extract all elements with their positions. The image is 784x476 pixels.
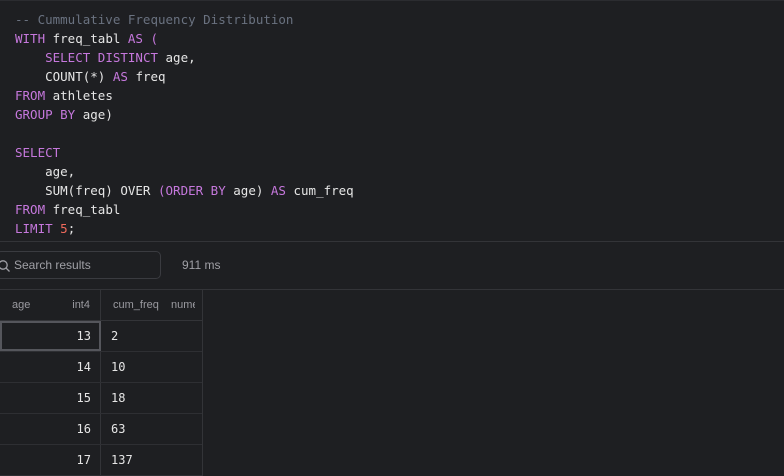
cell-cum-freq[interactable]: 63	[101, 414, 201, 444]
sql-editor[interactable]: -- Cummulative Frequency Distribution WIT…	[0, 0, 784, 242]
code-line: COUNT(*) AS freq	[15, 67, 354, 86]
code-line: SELECT	[15, 143, 354, 162]
cell-age[interactable]: 14	[0, 352, 101, 382]
code-token: (	[142, 31, 159, 46]
search-box[interactable]	[0, 251, 161, 279]
code-token: AS	[270, 183, 286, 198]
code-token: SELECT	[15, 145, 61, 160]
code-token: COUNT(	[45, 69, 91, 84]
code-line: SUM(freq) OVER (ORDER BY age) AS cum_fre…	[15, 181, 354, 200]
column-header-cum-freq[interactable]: cum_freq numeric	[101, 290, 201, 320]
grid-header: age int4 cum_freq numeric	[0, 290, 202, 321]
code-area[interactable]: -- Cummulative Frequency Distribution WIT…	[15, 10, 354, 238]
code-line: LIMIT 5;	[15, 219, 354, 238]
code-token: SUM(freq) OVER	[15, 183, 158, 198]
table-row[interactable]: 16 63	[0, 414, 202, 445]
cell-cum-freq[interactable]: 137	[101, 445, 201, 475]
code-token: )	[97, 69, 113, 84]
column-name: age	[12, 299, 31, 311]
code-token: ;	[67, 221, 76, 236]
code-token: athletes	[45, 88, 113, 103]
table-row[interactable]: 17 137	[0, 445, 202, 476]
results-toolbar: 911 ms	[0, 242, 784, 290]
query-timing: 911 ms	[182, 258, 221, 272]
cell-age[interactable]: 15	[0, 383, 101, 413]
column-header-age[interactable]: age int4	[0, 290, 101, 320]
search-input[interactable]	[14, 255, 154, 275]
cell-age[interactable]: 16	[0, 414, 101, 444]
code-token: 5	[60, 221, 68, 236]
table-row[interactable]: 15 18	[0, 383, 202, 414]
search-icon	[0, 259, 11, 273]
column-type: numeric	[171, 299, 195, 311]
grid-body: 13 2 14 10 15 18 16 63 17 137	[0, 321, 202, 476]
code-token: ORDER BY	[165, 183, 226, 198]
code-token: freq	[127, 69, 166, 84]
code-token: age)	[75, 107, 113, 122]
code-token: FROM	[15, 202, 46, 217]
code-token: (	[158, 183, 166, 198]
code-line: FROM athletes	[15, 86, 354, 105]
code-token: age)	[225, 183, 271, 198]
code-token: SELECT DISTINCT	[45, 50, 158, 65]
cell-cum-freq[interactable]: 2	[101, 321, 201, 351]
code-token: age,	[158, 50, 196, 65]
code-line: age,	[15, 162, 354, 181]
cell-age[interactable]: 13	[0, 321, 101, 351]
code-token: FROM	[15, 88, 46, 103]
code-token: LIMIT	[15, 221, 53, 236]
code-line: FROM freq_tabl	[15, 200, 354, 219]
column-type: int4	[72, 299, 90, 311]
code-line: WITH freq_tabl AS (	[15, 29, 354, 48]
code-token: -- Cummulative Frequency Distribution	[15, 12, 294, 27]
code-token: *	[90, 69, 98, 84]
code-token: cum_freq	[285, 183, 354, 198]
cell-cum-freq[interactable]: 18	[101, 383, 201, 413]
cell-age[interactable]: 17	[0, 445, 101, 475]
cell-cum-freq[interactable]: 10	[101, 352, 201, 382]
code-token: AS	[127, 31, 143, 46]
code-token: age,	[15, 164, 76, 179]
table-row[interactable]: 13 2	[0, 321, 202, 352]
code-token: freq_tabl	[45, 202, 121, 217]
code-line: -- Cummulative Frequency Distribution	[15, 10, 354, 29]
code-token: WITH	[15, 31, 46, 46]
table-row[interactable]: 14 10	[0, 352, 202, 383]
code-token: GROUP BY	[15, 107, 76, 122]
code-line: GROUP BY age)	[15, 105, 354, 124]
column-name: cum_freq	[113, 299, 159, 311]
code-token: AS	[112, 69, 128, 84]
code-token: freq_tabl	[45, 31, 128, 46]
results-grid: age int4 cum_freq numeric 13214101518166…	[0, 290, 203, 476]
code-line: SELECT DISTINCT age,	[15, 48, 354, 67]
